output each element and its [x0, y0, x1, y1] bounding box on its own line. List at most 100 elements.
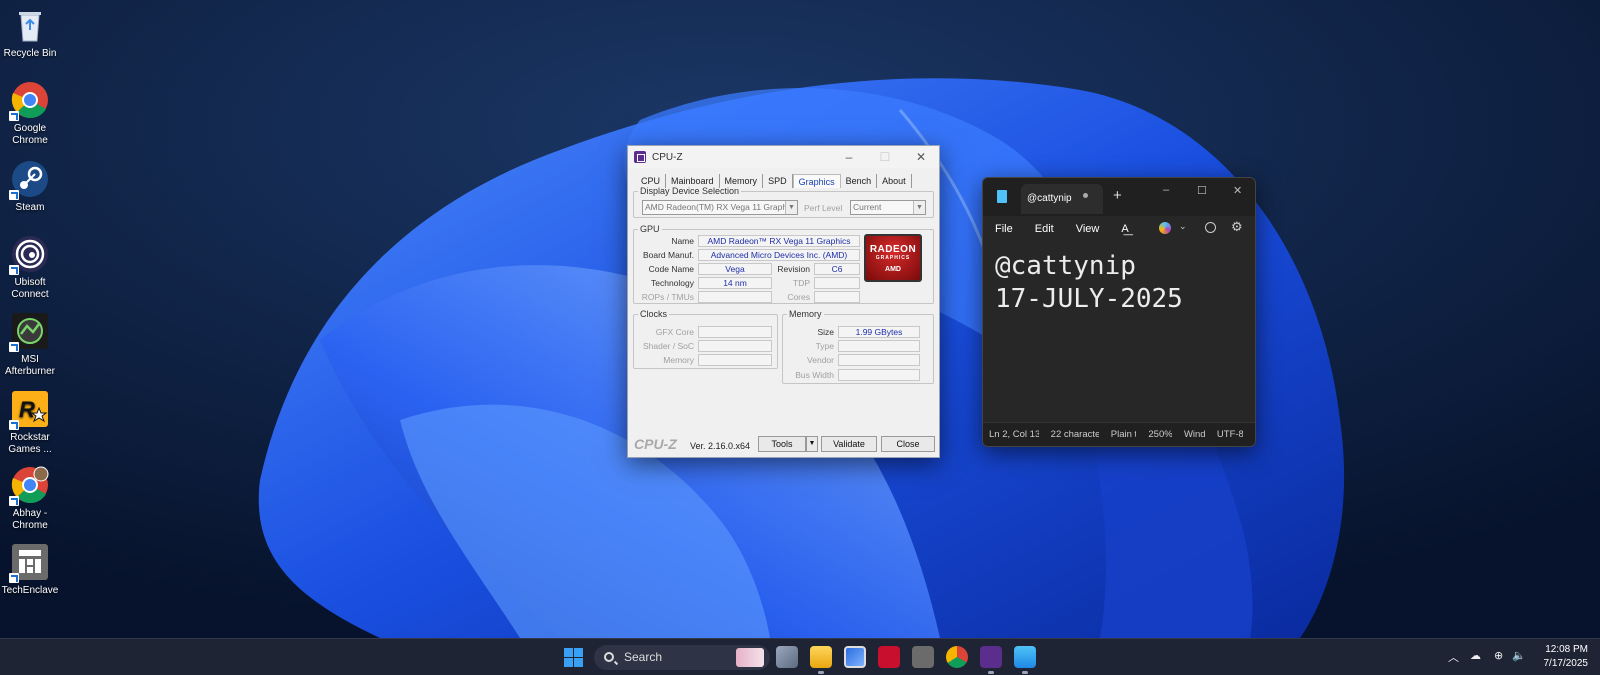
chevron-down-icon[interactable]: ⌄	[1179, 221, 1187, 232]
account-icon[interactable]	[1205, 222, 1216, 233]
notepad-window[interactable]: @cattynip + – ☐ ✕ File Edit View A͟ ⌄ ⚙ …	[982, 177, 1256, 447]
notepad-menubar: File Edit View A͟ ⌄ ⚙	[983, 216, 1255, 242]
desktop-icon-label: Steam	[15, 202, 45, 213]
amd-software-icon[interactable]	[878, 646, 900, 668]
task-view-icon[interactable]	[776, 646, 798, 668]
code-name-value: Vega	[698, 263, 772, 275]
settings-gear-icon[interactable]: ⚙	[1231, 219, 1243, 235]
window-title: CPU-Z	[652, 151, 683, 163]
chrome-taskbar-icon[interactable]	[946, 646, 968, 668]
new-tab-button[interactable]: +	[1113, 187, 1122, 204]
unsaved-dot-icon	[1083, 193, 1088, 198]
tools-button[interactable]: Tools	[758, 436, 806, 452]
close-button[interactable]: Close	[881, 436, 935, 452]
running-indicator	[1022, 671, 1028, 674]
display-device-value: AMD Radeon(TM) RX Vega 11 Graphi	[645, 202, 789, 212]
logo-text: GRAPHICS	[875, 255, 911, 261]
desktop-icon-rockstar-games[interactable]: R Rockstar Games ...	[2, 390, 58, 456]
minimize-button[interactable]: –	[1163, 184, 1169, 196]
memory-clock-value	[698, 354, 772, 366]
cpuz-titlebar[interactable]: CPU-Z – ☐ ✕	[628, 146, 939, 168]
techenclave-taskbar-icon[interactable]	[912, 646, 934, 668]
tools-dropdown-button[interactable]: ▼	[806, 436, 818, 452]
microsoft-store-icon[interactable]	[844, 646, 866, 668]
desktop-icon-msi-afterburner[interactable]: MSI Afterburner	[2, 312, 58, 378]
shortcut-arrow-icon	[9, 190, 19, 200]
cursor-position: Ln 2, Col 13	[989, 429, 1039, 440]
shortcut-arrow-icon	[9, 265, 19, 275]
logo-text: AMD	[885, 266, 901, 273]
file-explorer-icon[interactable]	[810, 646, 832, 668]
show-hidden-icons-chevron-icon[interactable]: ︿	[1448, 649, 1459, 675]
notepad-taskbar-icon[interactable]	[1014, 646, 1036, 668]
tab-title: @cattynip	[1027, 193, 1072, 204]
close-window-button[interactable]: ✕	[1233, 184, 1242, 197]
zoom-level[interactable]: 250%	[1148, 429, 1172, 440]
group-legend: GPU	[640, 224, 660, 234]
group-legend: Memory	[789, 309, 822, 319]
search-highlight-image	[736, 648, 764, 667]
volume-icon[interactable]: 🔈	[1512, 649, 1526, 675]
start-button[interactable]	[564, 648, 584, 668]
format-text-icon[interactable]: A͟	[1121, 223, 1128, 235]
desktop-icon-techenclave[interactable]: TechEnclave	[2, 543, 58, 597]
perf-level-label: Perf Level	[804, 203, 843, 213]
perf-level-value: Current	[853, 202, 882, 212]
memory-vendor-value	[838, 354, 920, 366]
radeon-graphics-logo: RADEON GRAPHICS AMD	[864, 234, 922, 282]
logo-text: RADEON	[869, 244, 917, 255]
minimize-button[interactable]: –	[831, 150, 867, 164]
display-device-select[interactable]: AMD Radeon(TM) RX Vega 11 Graphi ▼	[642, 200, 798, 215]
notepad-tabbar[interactable]: @cattynip + – ☐ ✕	[983, 178, 1255, 216]
onedrive-icon[interactable]: ☁	[1470, 649, 1481, 675]
group-legend: Clocks	[640, 309, 668, 319]
cores-value	[814, 291, 860, 303]
desktop-icon-recycle-bin[interactable]: Recycle Bin	[2, 6, 58, 60]
taskbar: Search ︿ ☁ ⊕ 🔈 12:08 PM 7/17/2025	[0, 638, 1600, 675]
menu-view[interactable]: View	[1076, 223, 1100, 235]
search-placeholder: Search	[624, 650, 663, 664]
desktop-icon-abhay-chrome[interactable]: Abhay - Chrome	[2, 466, 58, 532]
desktop-icon-steam[interactable]: Steam	[2, 160, 58, 214]
bus-width-value	[838, 369, 920, 381]
cpuz-footer: CPU-Z Ver. 2.16.0.x64 Tools ▼ Validate C…	[628, 436, 939, 456]
gfx-core-label: GFX Core	[655, 327, 694, 337]
shortcut-arrow-icon	[9, 111, 19, 121]
steam-icon	[9, 160, 49, 200]
encoding[interactable]: UTF-8	[1217, 429, 1243, 440]
network-icon[interactable]: ⊕	[1494, 649, 1503, 675]
line-ending[interactable]: Wind	[1184, 429, 1205, 440]
validate-button[interactable]: Validate	[821, 436, 877, 452]
cpuz-brand: CPU-Z	[634, 436, 677, 452]
cpuz-window[interactable]: CPU-Z – ☐ ✕ CPU Mainboard Memory SPD Gra…	[627, 145, 940, 458]
board-manuf-label: Board Manuf.	[642, 250, 694, 260]
taskbar-clock[interactable]: 12:08 PM 7/17/2025	[1540, 643, 1589, 671]
perf-level-select[interactable]: Current ▼	[850, 200, 926, 215]
chrome-icon	[9, 81, 49, 121]
menu-file[interactable]: File	[995, 223, 1013, 235]
notepad-statusbar: Ln 2, Col 13 22 characte Plain t 250% Wi…	[983, 422, 1255, 446]
bus-width-label: Bus Width	[795, 370, 834, 380]
notepad-text-area[interactable]: @cattynip 17-JULY-2025	[983, 242, 1255, 324]
desktop-icon-google-chrome[interactable]: Google Chrome	[2, 81, 58, 147]
memory-type-label: Type	[815, 341, 834, 351]
clock-time: 12:08 PM	[1545, 644, 1588, 655]
code-name-label: Code Name	[648, 264, 694, 274]
rops-tmus-label: ROPs / TMUs	[641, 292, 694, 302]
msi-afterburner-icon	[9, 312, 49, 352]
desktop-icon-ubisoft-connect[interactable]: Ubisoft Connect	[2, 235, 58, 301]
revision-value: C6	[814, 263, 860, 275]
cpuz-taskbar-icon[interactable]	[980, 646, 1002, 668]
text-format[interactable]: Plain t	[1111, 429, 1137, 440]
copilot-icon[interactable]	[1159, 222, 1171, 234]
windows-logo-icon	[574, 648, 583, 657]
tab-document[interactable]: @cattynip	[1021, 184, 1103, 214]
menu-edit[interactable]: Edit	[1035, 223, 1054, 235]
taskbar-search-box[interactable]: Search	[594, 645, 770, 670]
close-window-button[interactable]: ✕	[903, 150, 939, 164]
maximize-button[interactable]: ☐	[1197, 184, 1207, 197]
techenclave-icon	[9, 543, 49, 583]
chevron-down-icon: ▼	[785, 201, 797, 214]
shortcut-arrow-icon	[9, 496, 19, 506]
shortcut-arrow-icon	[9, 573, 19, 583]
